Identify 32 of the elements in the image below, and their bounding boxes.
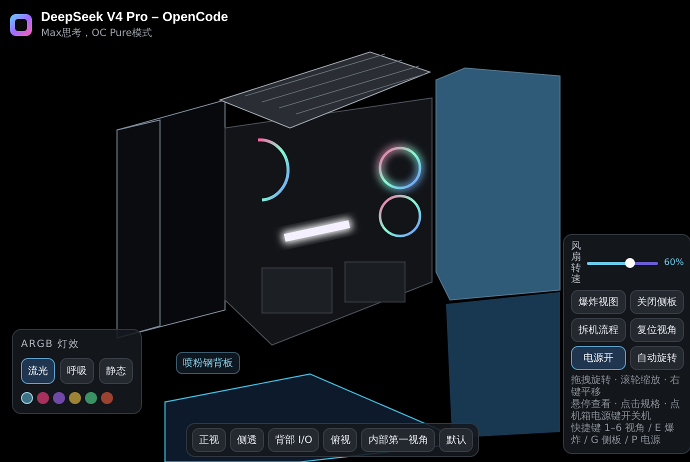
- view-button[interactable]: 内部第一视角: [361, 428, 436, 452]
- action-button[interactable]: 复位视角: [630, 318, 684, 342]
- color-swatch[interactable]: [69, 392, 81, 404]
- view-button[interactable]: 默认: [439, 428, 474, 452]
- color-swatch[interactable]: [21, 392, 33, 404]
- effect-mode-button[interactable]: 呼吸: [60, 358, 94, 384]
- fan-speed-value: 60%: [664, 258, 684, 268]
- part-tooltip: 喷粉钢背板: [176, 352, 240, 374]
- color-swatch[interactable]: [53, 392, 65, 404]
- color-swatch[interactable]: [101, 392, 113, 404]
- view-button[interactable]: 背部 I/O: [268, 428, 320, 452]
- action-button[interactable]: 电源开: [571, 346, 626, 370]
- action-button[interactable]: 关闭侧板: [630, 290, 684, 314]
- panel-title: ARGB 灯效: [21, 338, 81, 351]
- slider-thumb[interactable]: [624, 258, 635, 268]
- app-title: DeepSeek V4 Pro – OpenCode: [41, 9, 228, 24]
- color-swatch[interactable]: [85, 392, 97, 404]
- action-button[interactable]: 自动旋转: [630, 346, 684, 370]
- view-button[interactable]: 侧透: [230, 428, 264, 452]
- help-text: 悬停查看 · 点击规格 · 点机箱电源键开关机: [571, 399, 682, 422]
- help-text: 快捷键 1–6 视角 / E 爆炸 / G 侧板 / P 电源: [571, 423, 676, 447]
- action-button[interactable]: 爆炸视图: [571, 290, 626, 314]
- effect-mode-button[interactable]: 静态: [99, 358, 133, 384]
- app-logo-icon: [10, 14, 32, 36]
- help-text: 拖拽旋转 · 滚轮缩放 · 右键平移: [571, 375, 682, 398]
- app-subtitle: Max思考，OC Pure模式: [41, 26, 153, 40]
- color-swatch[interactable]: [37, 392, 49, 404]
- action-button[interactable]: 拆机流程: [571, 318, 626, 342]
- fan-speed-label: 风扇转速: [571, 241, 581, 285]
- view-button[interactable]: 正视: [192, 428, 226, 452]
- effect-mode-button[interactable]: 流光: [21, 358, 55, 384]
- view-button[interactable]: 俯视: [323, 428, 358, 452]
